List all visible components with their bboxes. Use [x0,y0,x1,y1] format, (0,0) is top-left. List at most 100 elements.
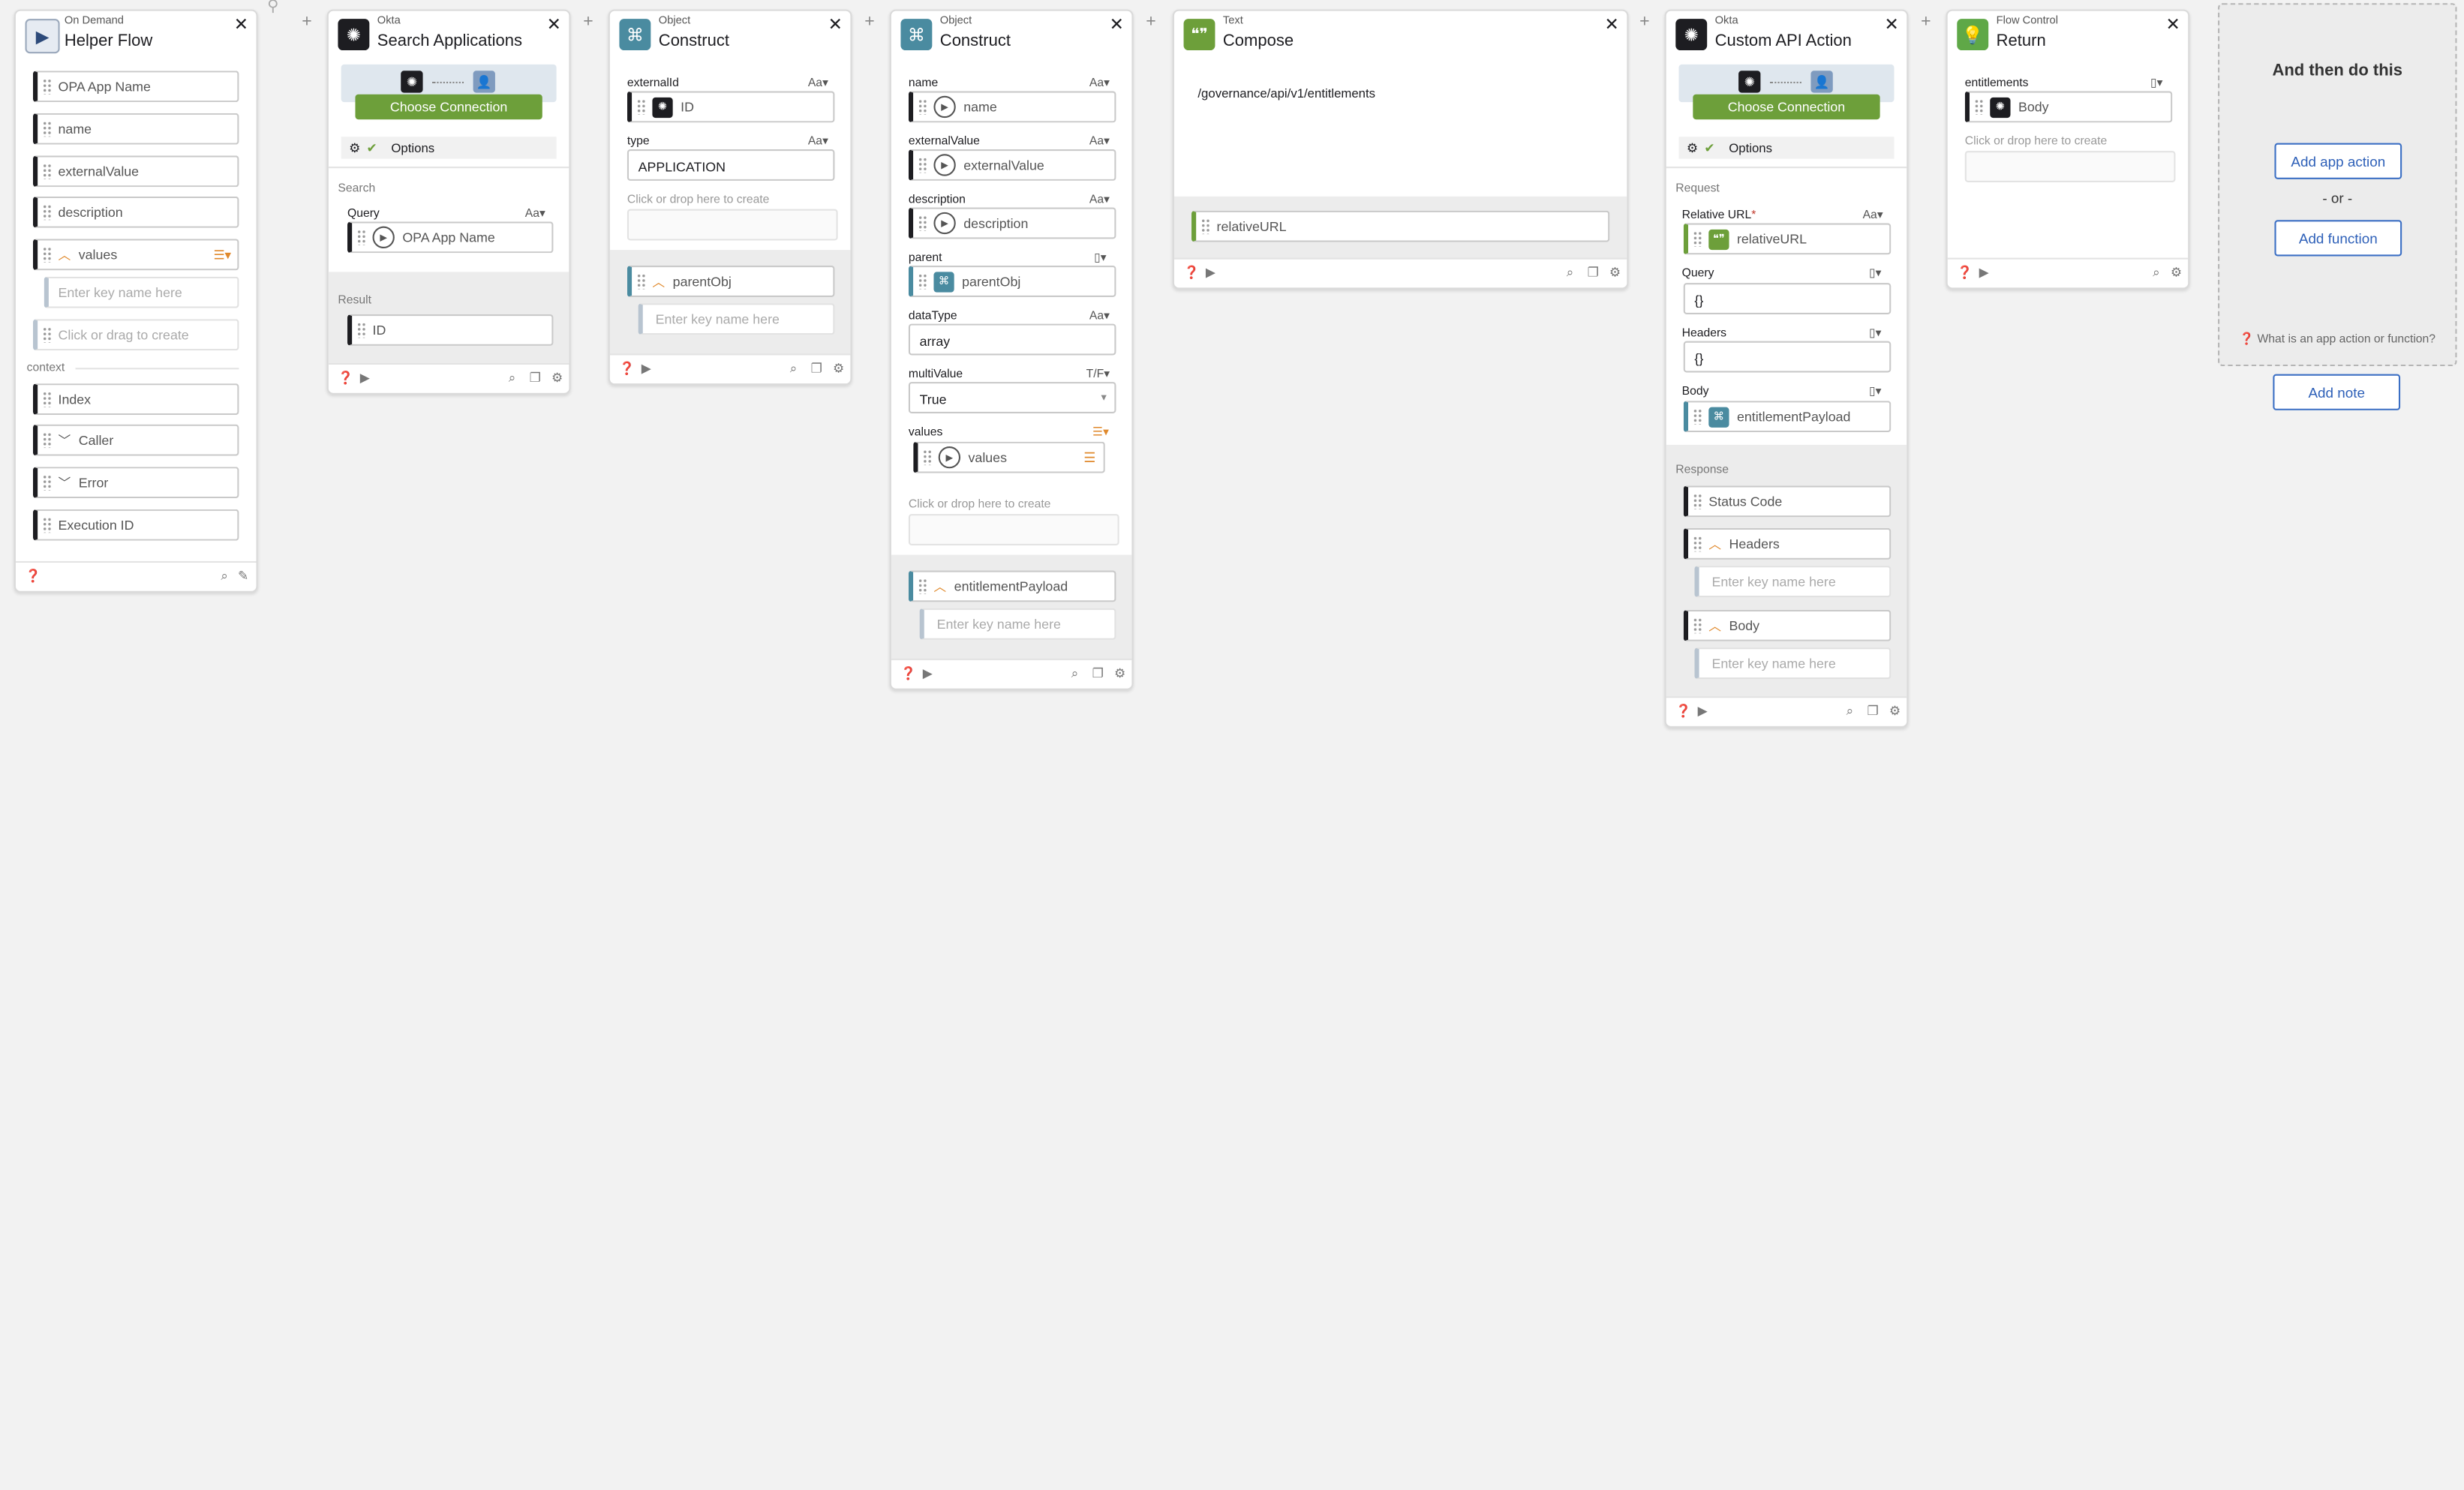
type-selector[interactable]: Aa▾ [1089,308,1110,323]
object-type-selector[interactable]: ▯▾ [2150,76,2163,90]
response-field[interactable]: ︿ Body [1683,609,1892,641]
context-field[interactable]: ﹀ Caller [32,424,239,456]
context-field[interactable]: Execution ID [32,509,239,541]
drag-handle-icon[interactable] [42,163,53,179]
output-field[interactable]: description [32,196,239,228]
drag-handle-icon[interactable] [42,474,53,491]
key-name-input[interactable]: Enter key name here [1694,566,1892,598]
play-icon[interactable]: ▶ [1206,266,1215,280]
name-input[interactable]: ▶ name [908,91,1116,123]
type-selector[interactable]: Aa▾ [1863,208,1883,222]
output-field[interactable]: ︿ entitlementPayload [908,570,1116,602]
close-icon[interactable]: ✕ [1884,14,1898,35]
type-selector[interactable]: T/F▾ [1086,366,1110,380]
gear-icon[interactable]: ⚙ [551,371,563,385]
drop-zone[interactable] [908,514,1119,545]
close-icon[interactable]: ✕ [828,14,843,35]
type-selector[interactable]: Aa▾ [525,206,545,220]
help-icon[interactable]: ❓ [1184,266,1200,280]
list-type-icon[interactable]: ☰▾ [214,248,231,262]
chevron-up-icon[interactable]: ︿ [933,578,946,595]
copy-icon[interactable]: ❐ [530,371,541,385]
add-step-icon[interactable]: + [864,13,874,32]
chevron-up-icon[interactable]: ︿ [1708,617,1721,634]
add-step-icon[interactable]: + [583,13,593,32]
close-icon[interactable]: ✕ [1110,14,1124,35]
drag-handle-icon[interactable] [1693,493,1702,509]
click-drop-hint[interactable]: Click or drop here to create [627,192,770,206]
type-input[interactable]: APPLICATION [627,149,835,181]
chevron-down-icon[interactable]: ﹀ [59,474,71,491]
play-icon[interactable]: ▶ [1698,704,1708,719]
chevron-up-icon[interactable]: ︿ [1708,535,1721,552]
drop-zone[interactable] [627,209,838,241]
add-step-icon[interactable]: + [302,13,311,32]
drag-handle-icon[interactable] [42,391,53,407]
drag-handle-icon[interactable] [42,121,53,137]
copy-icon[interactable]: ❐ [1588,266,1599,280]
drag-handle-icon[interactable] [1693,408,1702,425]
drag-handle-icon[interactable] [1693,617,1702,634]
type-selector[interactable]: Aa▾ [808,134,828,148]
chevron-up-icon[interactable]: ︿ [59,246,71,263]
add-app-action-button[interactable]: Add app action [2274,143,2402,179]
drag-handle-icon[interactable] [918,273,928,290]
drag-handle-icon[interactable] [42,78,53,95]
help-link[interactable]: ❓ What is an app action or function? [2219,332,2455,346]
key-name-input[interactable]: Enter key name here [44,276,239,308]
choose-connection-button[interactable]: Choose Connection [355,94,542,120]
click-drag-create[interactable]: Click or drag to create [32,319,239,351]
drag-handle-icon[interactable] [1693,536,1702,552]
copy-icon[interactable]: ❐ [1092,666,1104,680]
search-icon[interactable]: ⌕ [509,371,515,386]
type-selector[interactable]: Aa▾ [1089,192,1110,206]
compose-text-area[interactable]: /governance/api/v1/entitlements [1197,86,1375,101]
search-icon[interactable]: ⌕ [1071,666,1078,682]
click-drop-hint[interactable]: Click or drop here to create [1965,134,2108,148]
search-icon[interactable]: ⌕ [1846,704,1853,720]
body-input[interactable]: ⌘ entitlementPayload [1683,401,1892,433]
gear-icon[interactable]: ⚙ [1114,666,1125,680]
response-field[interactable]: ︿ Headers [1683,527,1892,560]
output-field[interactable]: externalValue [32,155,239,188]
drag-handle-icon[interactable] [356,322,367,338]
object-type-selector[interactable]: ▯▾ [1869,266,1882,280]
output-field[interactable]: ︿ parentObj [627,266,835,297]
copy-icon[interactable]: ❐ [811,362,822,376]
close-icon[interactable]: ✕ [1605,14,1619,35]
close-icon[interactable]: ✕ [547,14,561,35]
type-selector[interactable]: Aa▾ [808,76,828,90]
drag-handle-icon[interactable] [42,204,53,221]
help-icon[interactable]: ❓ [1675,704,1691,719]
copy-icon[interactable]: ❐ [1868,704,1879,719]
drag-handle-icon[interactable] [1974,98,1984,115]
gear-icon[interactable]: ⚙ [833,362,844,376]
result-field[interactable]: ID [347,314,554,346]
values-input[interactable]: ▶ values ☰ [913,441,1105,473]
search-icon[interactable]: ⌕ [790,362,797,377]
output-field-values[interactable]: ︿ values ☰▾ [32,239,239,271]
relative-url-input[interactable]: ❝❞ relativeURL [1683,223,1892,255]
list-type-selector[interactable]: ☰▾ [1092,425,1109,439]
query-input[interactable]: {} [1683,283,1892,314]
click-drop-hint[interactable]: Click or drop here to create [909,497,1051,511]
edit-icon[interactable]: ✎ [238,569,248,583]
play-icon[interactable]: ▶ [642,362,651,376]
key-name-input[interactable]: Enter key name here [1694,647,1892,680]
play-icon[interactable]: ▶ [360,371,370,385]
search-icon[interactable]: ⌕ [1567,266,1573,281]
help-icon[interactable]: ❓ [26,569,41,583]
add-step-icon[interactable]: + [1921,13,1931,32]
key-name-input[interactable]: Enter key name here [919,608,1116,640]
object-type-selector[interactable]: ▯▾ [1869,326,1882,340]
chevron-up-icon[interactable]: ︿ [652,272,665,290]
gear-icon[interactable]: ⚙ [1889,704,1901,719]
drag-handle-icon[interactable] [1693,230,1702,247]
drop-zone[interactable] [1964,151,2176,183]
choose-connection-button[interactable]: Choose Connection [1693,94,1880,120]
output-field[interactable]: name [32,113,239,145]
play-icon[interactable]: ▶ [923,666,933,680]
output-field[interactable]: relativeURL [1191,210,1610,242]
response-field[interactable]: Status Code [1683,485,1892,518]
drag-handle-icon[interactable] [1200,218,1211,235]
